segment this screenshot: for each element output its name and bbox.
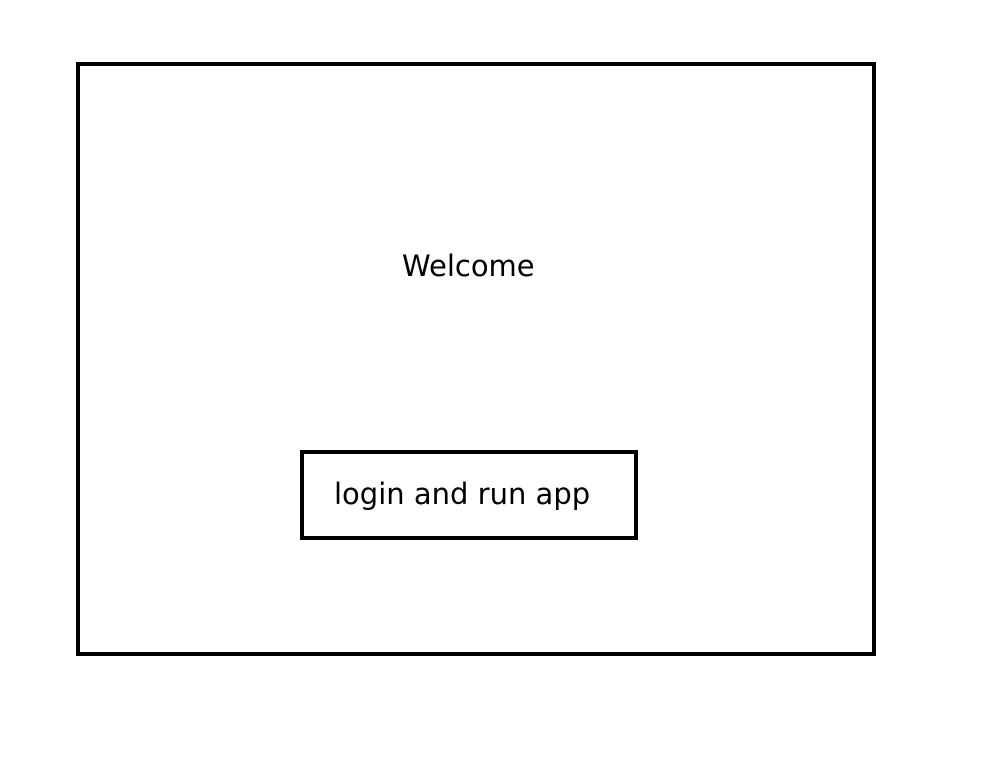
login-button-label: login and run app bbox=[334, 477, 591, 511]
welcome-window: Welcome login and run app bbox=[76, 62, 876, 656]
login-and-run-app-button[interactable]: login and run app bbox=[300, 450, 638, 540]
welcome-text: Welcome bbox=[402, 249, 535, 283]
